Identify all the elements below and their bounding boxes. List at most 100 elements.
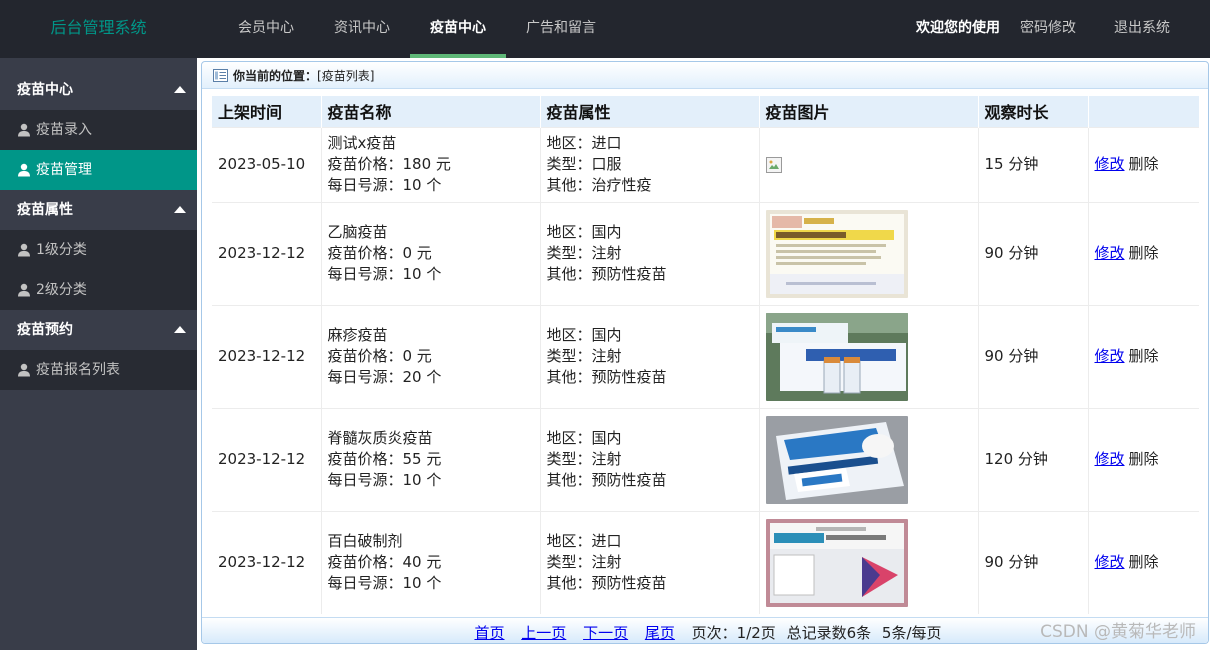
table-row: 2023-12-12 百白破制剂 疫苗价格：40 元 每日号源：10 个 地区：… bbox=[212, 510, 1199, 614]
sidebar-group-label: 疫苗预约 bbox=[17, 322, 73, 338]
list-panel: 你当前的位置： [疫苗列表] 上架时间 疫苗名称 疫苗属性 疫苗图片 观察时长 bbox=[201, 61, 1209, 644]
top-nav: 会员中心 资讯中心 疫苗中心 广告和留言 bbox=[218, 0, 616, 58]
cell-name: 麻疹疫苗 疫苗价格：0 元 每日号源：20 个 bbox=[321, 304, 541, 408]
topnav-news-center[interactable]: 资讯中心 bbox=[314, 0, 410, 58]
sidebar-group-vaccine-booking[interactable]: 疫苗预约 bbox=[0, 310, 197, 350]
caret-up-icon bbox=[174, 326, 186, 333]
vaccine-quota: 每日号源：10 个 bbox=[327, 265, 442, 283]
sidebar-group-label: 疫苗属性 bbox=[17, 202, 73, 218]
brand-title: 后台管理系统 bbox=[50, 18, 147, 37]
first-page-link[interactable]: 首页 bbox=[474, 624, 504, 642]
vaccine-name: 脊髓灰质炎疫苗 bbox=[327, 429, 433, 447]
cell-name: 乙脑疫苗 疫苗价格：0 元 每日号源：10 个 bbox=[321, 201, 541, 305]
vaccine-name: 乙脑疫苗 bbox=[327, 223, 388, 241]
vaccine-quota: 每日号源：10 个 bbox=[327, 471, 442, 489]
vaccine-photo bbox=[765, 518, 908, 607]
prev-page-link[interactable]: 上一页 bbox=[521, 624, 566, 642]
sidebar-item-level2-category[interactable]: 2级分类 bbox=[0, 270, 197, 310]
cell-date: 2023-12-12 bbox=[212, 407, 322, 511]
vaccine-other: 其他：预防性疫苗 bbox=[546, 574, 667, 593]
topnav-member-center[interactable]: 会员中心 bbox=[218, 0, 314, 58]
vaccine-type: 类型：注射 bbox=[546, 244, 622, 262]
user-icon bbox=[18, 123, 30, 137]
cell-image bbox=[759, 126, 979, 202]
sidebar-item-booking-list[interactable]: 疫苗报名列表 bbox=[0, 350, 197, 390]
vaccine-quota: 每日号源：10 个 bbox=[327, 176, 442, 194]
vaccine-photo bbox=[765, 312, 908, 401]
vaccine-type: 类型：注射 bbox=[546, 347, 622, 365]
vaccine-other: 其他：预防性疫苗 bbox=[546, 265, 667, 283]
edit-link[interactable]: 修改 bbox=[1095, 155, 1125, 173]
main-content: 你当前的位置： [疫苗列表] 上架时间 疫苗名称 疫苗属性 疫苗图片 观察时长 bbox=[197, 58, 1210, 650]
top-bar: 后台管理系统 会员中心 资讯中心 疫苗中心 广告和留言 欢迎您的使用 密码修改 … bbox=[0, 0, 1210, 58]
sidebar-item-label: 疫苗管理 bbox=[36, 162, 92, 178]
vaccine-quota: 每日号源：10 个 bbox=[327, 574, 442, 593]
vaccine-type: 类型：注射 bbox=[546, 553, 622, 572]
watermark: CSDN @黄菊华老师 bbox=[1040, 622, 1196, 642]
caret-up-icon bbox=[174, 86, 186, 93]
cell-actions: 修改 删除 bbox=[1088, 510, 1199, 614]
edit-link[interactable]: 修改 bbox=[1095, 553, 1125, 571]
cell-name: 百白破制剂 疫苗价格：40 元 每日号源：10 个 bbox=[321, 510, 541, 614]
topnav-ads-messages[interactable]: 广告和留言 bbox=[506, 0, 616, 58]
cell-actions: 修改 删除 bbox=[1088, 126, 1199, 202]
delete-button[interactable]: 删除 bbox=[1129, 553, 1159, 571]
table-row: 2023-05-10 测试x疫苗 疫苗价格：180 元 每日号源：10 个 地区… bbox=[212, 126, 1199, 202]
vaccine-name: 百白破制剂 bbox=[327, 532, 403, 551]
user-icon bbox=[18, 243, 30, 257]
cell-date: 2023-12-12 bbox=[212, 201, 322, 305]
delete-button[interactable]: 删除 bbox=[1129, 244, 1159, 262]
change-password-link[interactable]: 密码修改 bbox=[1010, 0, 1114, 58]
sidebar-item-label: 2级分类 bbox=[36, 282, 87, 298]
cell-actions: 修改 删除 bbox=[1088, 407, 1199, 511]
sidebar-item-vaccine-management[interactable]: 疫苗管理 bbox=[0, 150, 197, 190]
cell-duration: 90 分钟 bbox=[978, 201, 1089, 305]
user-icon bbox=[18, 363, 30, 377]
sidebar-group-vaccine-center[interactable]: 疫苗中心 bbox=[0, 70, 197, 110]
cell-attributes: 地区：国内 类型：注射 其他：预防性疫苗 bbox=[540, 201, 760, 305]
cell-actions: 修改 删除 bbox=[1088, 201, 1199, 305]
sidebar-item-vaccine-entry[interactable]: 疫苗录入 bbox=[0, 110, 197, 150]
sidebar-item-level1-category[interactable]: 1级分类 bbox=[0, 230, 197, 270]
sidebar-group-vaccine-attributes[interactable]: 疫苗属性 bbox=[0, 190, 197, 230]
page-info: 页次：1/2页 bbox=[691, 624, 776, 642]
cell-attributes: 地区：国内 类型：注射 其他：预防性疫苗 bbox=[540, 407, 760, 511]
list-icon bbox=[213, 68, 228, 82]
vaccine-price: 疫苗价格：180 元 bbox=[327, 155, 451, 173]
delete-button[interactable]: 删除 bbox=[1129, 450, 1159, 468]
per-page: 5条/每页 bbox=[881, 624, 942, 642]
next-page-link[interactable]: 下一页 bbox=[583, 624, 628, 642]
vaccine-photo bbox=[765, 415, 908, 504]
delete-button[interactable]: 删除 bbox=[1129, 155, 1159, 173]
breadcrumb: 你当前的位置： [疫苗列表] bbox=[202, 62, 1208, 89]
delete-button[interactable]: 删除 bbox=[1129, 347, 1159, 365]
total-records: 总记录数6条 bbox=[786, 624, 872, 642]
table-header-row: 上架时间 疫苗名称 疫苗属性 疫苗图片 观察时长 bbox=[212, 96, 1199, 127]
edit-link[interactable]: 修改 bbox=[1095, 450, 1125, 468]
column-header-actions bbox=[1088, 96, 1199, 127]
vaccine-price: 疫苗价格：55 元 bbox=[327, 450, 442, 468]
vaccine-type: 类型：口服 bbox=[546, 155, 622, 173]
sidebar-item-label: 疫苗报名列表 bbox=[36, 362, 120, 378]
vaccine-other: 其他：预防性疫苗 bbox=[546, 368, 667, 386]
vaccine-other: 其他：治疗性疫 bbox=[546, 176, 652, 194]
broken-image-icon bbox=[765, 156, 782, 173]
cell-name: 测试x疫苗 疫苗价格：180 元 每日号源：10 个 bbox=[321, 126, 541, 202]
sidebar: 疫苗中心 疫苗录入 疫苗管理 疫苗属性 1级分类 2级分类 疫苗预约 疫苗报名列… bbox=[0, 58, 197, 650]
topnav-vaccine-center[interactable]: 疫苗中心 bbox=[410, 0, 506, 58]
last-page-link[interactable]: 尾页 bbox=[645, 624, 675, 642]
cell-image bbox=[759, 304, 979, 408]
vaccine-region: 地区：国内 bbox=[546, 326, 622, 344]
vaccine-price: 疫苗价格：0 元 bbox=[327, 244, 432, 262]
edit-link[interactable]: 修改 bbox=[1095, 347, 1125, 365]
table-row: 2023-12-12 脊髓灰质炎疫苗 疫苗价格：55 元 每日号源：10 个 地… bbox=[212, 407, 1199, 511]
top-right-menu: 欢迎您的使用 密码修改 退出系统 bbox=[916, 0, 1210, 58]
edit-link[interactable]: 修改 bbox=[1095, 244, 1125, 262]
vaccine-region: 地区：进口 bbox=[546, 532, 622, 551]
cell-image bbox=[759, 510, 979, 614]
user-icon bbox=[18, 283, 30, 297]
vaccine-name: 麻疹疫苗 bbox=[327, 326, 388, 344]
cell-date: 2023-12-12 bbox=[212, 304, 322, 408]
logout-link[interactable]: 退出系统 bbox=[1114, 0, 1210, 58]
cell-image bbox=[759, 407, 979, 511]
